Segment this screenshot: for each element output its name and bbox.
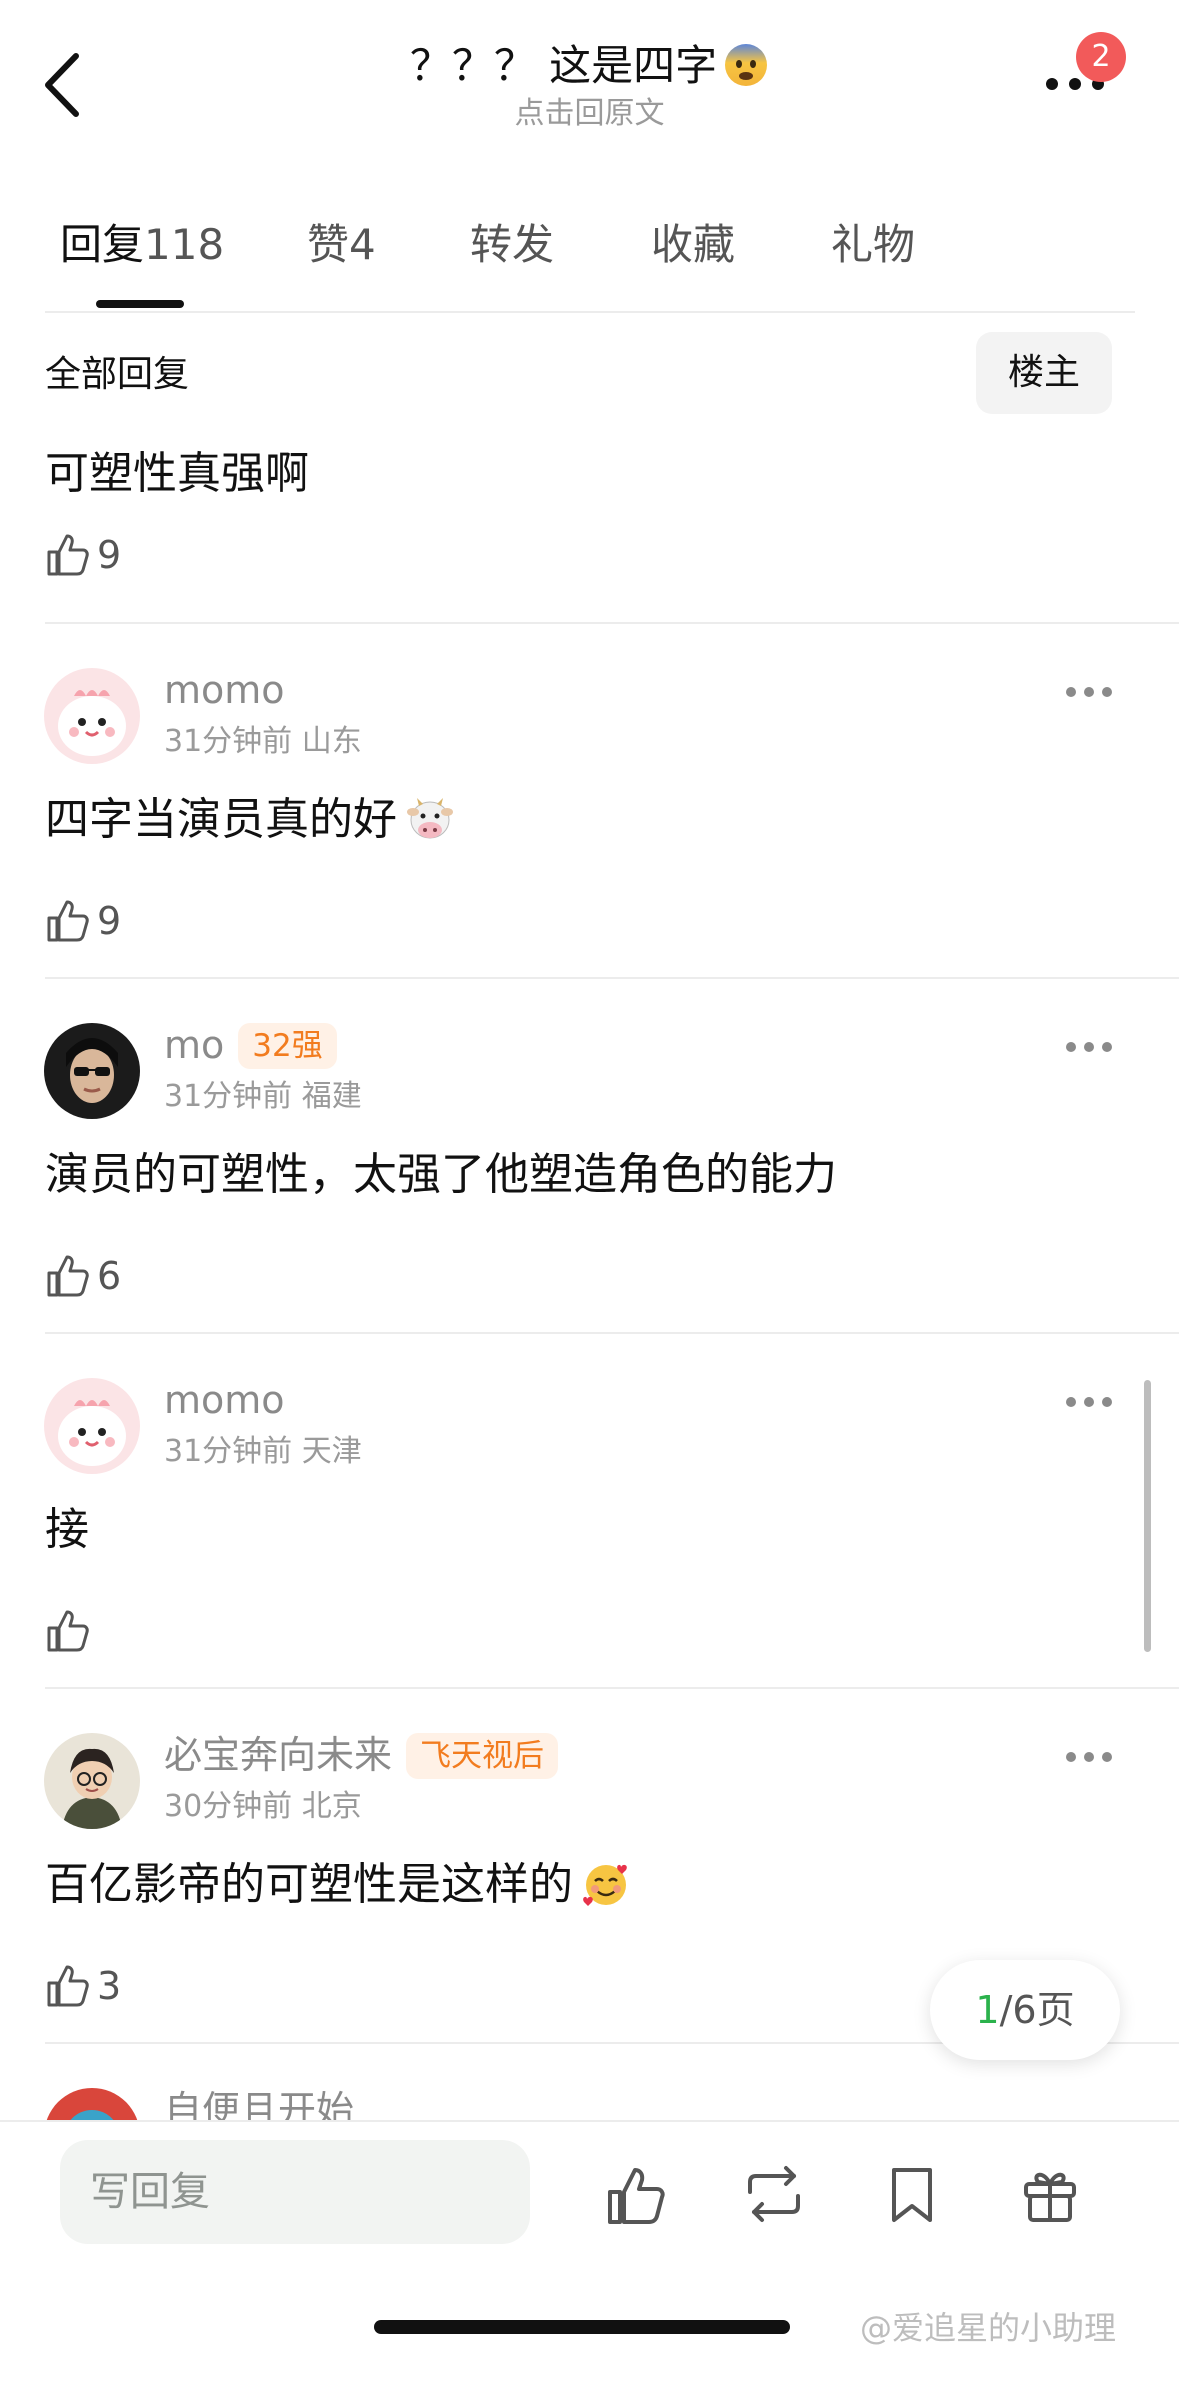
avatar-pink-cartoon	[44, 668, 140, 764]
tab-gifts[interactable]: 礼物	[831, 210, 915, 280]
comment-location: 福建	[301, 1079, 362, 1114]
comment-divider	[45, 977, 1179, 979]
repost-icon	[748, 2166, 800, 2222]
comment-divider	[45, 622, 1179, 624]
username[interactable]: momo	[164, 666, 285, 714]
comment-more-button[interactable]	[1064, 1394, 1114, 1410]
tab-reposts[interactable]: 转发	[470, 210, 554, 280]
post-title: ？？？ 这是四字	[240, 38, 939, 94]
avatar-person-sunglasses	[44, 1023, 140, 1119]
comment-time: 31分钟前	[164, 1079, 293, 1114]
notification-badge: 2	[1076, 32, 1126, 82]
current-page: 1	[975, 1988, 1000, 2032]
tab-likes-label: 赞	[307, 220, 350, 269]
bottom-action-bar	[0, 2120, 1179, 2404]
like-count: 6	[97, 1254, 122, 1298]
back-arrow-icon	[45, 53, 79, 117]
op-only-filter-button[interactable]: 楼主	[976, 332, 1112, 414]
bookmark-button[interactable]	[880, 2162, 944, 2226]
like-count: 3	[97, 1964, 122, 2008]
like-icon	[608, 2168, 665, 2224]
all-replies-heading: 全部回复	[45, 354, 190, 395]
post-title-text: ？？？ 这是四字	[409, 41, 718, 90]
comment-meta: 31分钟前 天津	[164, 1432, 362, 1472]
back-to-original-link[interactable]: 点击回原文	[240, 94, 939, 134]
reply-input[interactable]	[60, 2140, 530, 2244]
username[interactable]: mo 32强	[164, 1021, 337, 1069]
username-text: 必宝奔向未来	[164, 1733, 393, 1777]
thumbs-up-icon	[47, 900, 89, 942]
more-dots-icon	[1066, 1042, 1112, 1052]
comment-time: 31分钟前	[164, 724, 293, 759]
like-count: 9	[97, 899, 122, 943]
tab-replies[interactable]: 回复118	[60, 210, 224, 280]
username[interactable]: 必宝奔向未来 飞天视后	[164, 1731, 559, 1779]
user-badge: 32强	[238, 1023, 337, 1069]
comment-time: 31分钟前	[164, 1434, 293, 1469]
username-text: mo	[164, 1023, 225, 1067]
smiling-face-with-hearts-emoji	[583, 1864, 627, 1906]
more-dots-icon	[1066, 1397, 1112, 1407]
user-badge: 飞天视后	[406, 1733, 559, 1779]
tab-favorites[interactable]: 收藏	[651, 210, 735, 280]
comment-divider	[45, 1332, 1179, 1334]
more-dots-icon	[1066, 1752, 1112, 1762]
bookmark-icon	[892, 2168, 932, 2222]
comment-location: 山东	[301, 724, 362, 759]
repost-button[interactable]	[742, 2162, 806, 2226]
avatar[interactable]	[44, 668, 140, 764]
like-count: 9	[97, 533, 122, 577]
more-dots-icon	[1066, 687, 1112, 697]
watermark: @爱追星的小助理	[860, 2309, 1117, 2347]
comment-location: 天津	[301, 1434, 362, 1469]
thumbs-up-icon	[47, 1255, 89, 1297]
avatar[interactable]	[44, 1023, 140, 1119]
avatar-pink-cartoon	[44, 1378, 140, 1474]
thumbs-up-icon	[47, 1610, 89, 1652]
avatar[interactable]	[44, 1378, 140, 1474]
comment-text-content: 百亿影帝的可塑性是这样的	[45, 1859, 573, 1910]
comment-time: 30分钟前	[164, 1789, 293, 1824]
comment-text-content: 四字当演员真的好	[45, 794, 397, 845]
like-post-button[interactable]	[604, 2162, 668, 2226]
active-tab-indicator	[96, 300, 184, 308]
page-indicator[interactable]: 1/6页	[930, 1960, 1120, 2060]
post-title-area[interactable]: ？？？ 这是四字 点击回原文	[240, 38, 939, 134]
gift-icon	[1024, 2172, 1076, 2222]
tabs-divider	[45, 311, 1135, 313]
home-indicator[interactable]	[374, 2320, 790, 2334]
comment-text: 四字当演员真的好	[45, 790, 455, 850]
fearful-face-emoji	[725, 44, 768, 86]
username[interactable]: momo	[164, 1376, 285, 1424]
tab-replies-count: 118	[144, 220, 225, 269]
comment-more-button[interactable]	[1064, 1039, 1114, 1055]
comment-text: 可塑性真强啊	[45, 448, 309, 499]
comment-meta: 31分钟前 福建	[164, 1077, 362, 1117]
back-button[interactable]	[40, 50, 90, 120]
comment-meta: 30分钟前 北京	[164, 1787, 362, 1827]
avatar-child-photo	[44, 1733, 140, 1829]
avatar[interactable]	[44, 1733, 140, 1829]
comment-text: 百亿影帝的可塑性是这样的	[45, 1855, 631, 1915]
comment-divider	[45, 1687, 1179, 1689]
comment-meta: 31分钟前 山东	[164, 722, 362, 762]
tab-likes-count: 4	[349, 220, 376, 269]
tab-replies-label: 回复	[60, 220, 145, 269]
comment-text: 接	[45, 1504, 89, 1555]
comment-more-button[interactable]	[1064, 1749, 1114, 1765]
scrollbar[interactable]	[1144, 1380, 1151, 1652]
cow-face-emoji	[407, 798, 453, 839]
thumbs-up-icon	[47, 534, 89, 576]
comment-text: 演员的可塑性，太强了他塑造角色的能力	[45, 1149, 837, 1200]
total-pages: /6页	[999, 1988, 1075, 2032]
comment-more-button[interactable]	[1064, 684, 1114, 700]
comment-location: 北京	[301, 1789, 362, 1824]
tab-likes[interactable]: 赞4	[307, 210, 376, 280]
gift-button[interactable]	[1018, 2162, 1082, 2226]
thumbs-up-icon	[47, 1965, 89, 2007]
